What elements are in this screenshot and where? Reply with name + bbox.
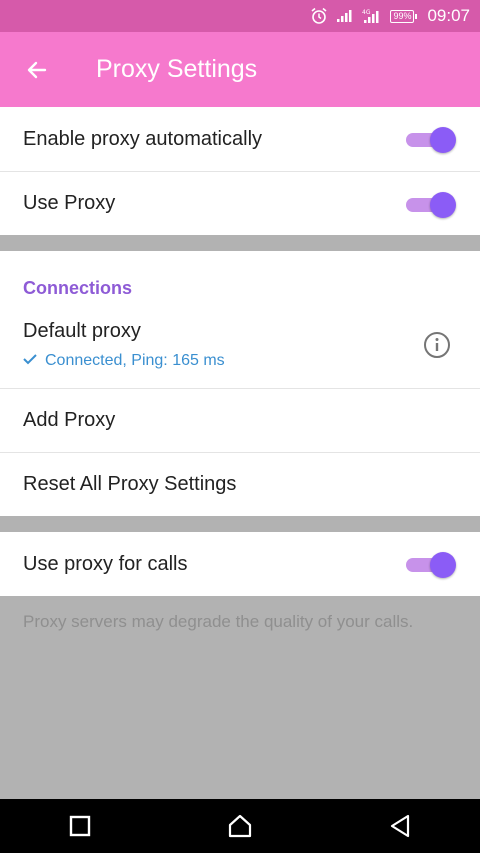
- svg-text:4G: 4G: [362, 9, 371, 16]
- calls-note: Proxy servers may degrade the quality of…: [23, 612, 414, 631]
- connections-section: Connections Default proxy Connected, Pin…: [0, 251, 480, 516]
- proxy-status-text: Connected, Ping: 165 ms: [45, 352, 225, 369]
- alarm-icon: [310, 7, 328, 25]
- status-bar: 4G 99% 09:07: [0, 0, 480, 32]
- reset-proxy-label: Reset All Proxy Settings: [23, 473, 237, 495]
- enable-proxy-auto-label: Enable proxy automatically: [23, 127, 263, 150]
- enable-proxy-auto-toggle[interactable]: [406, 127, 456, 153]
- reset-proxy-row[interactable]: Reset All Proxy Settings: [0, 452, 480, 516]
- default-proxy-name: Default proxy: [23, 320, 141, 342]
- add-proxy-row[interactable]: Add Proxy: [0, 388, 480, 452]
- calls-section: Use proxy for calls: [0, 532, 480, 596]
- use-proxy-row[interactable]: Use Proxy: [0, 171, 480, 235]
- proxy-status: Connected, Ping: 165 ms: [23, 352, 480, 370]
- default-proxy-row[interactable]: Default proxy Connected, Ping: 165 ms: [0, 301, 480, 388]
- status-time: 09:07: [427, 6, 470, 25]
- back-arrow-icon[interactable]: [17, 50, 57, 90]
- use-proxy-calls-label: Use proxy for calls: [23, 552, 188, 575]
- nav-bar: [0, 799, 480, 853]
- signal-icon: [336, 9, 354, 23]
- proxy-toggles-section: Enable proxy automatically Use Proxy: [0, 107, 480, 235]
- use-proxy-calls-toggle[interactable]: [406, 552, 456, 578]
- app-bar: Proxy Settings: [0, 32, 480, 107]
- signal-4g-icon: 4G: [362, 8, 382, 24]
- page-title: Proxy Settings: [96, 55, 258, 83]
- use-proxy-calls-row[interactable]: Use proxy for calls: [0, 532, 480, 596]
- battery-icon: 99%: [390, 9, 418, 23]
- battery-level: 99%: [390, 9, 415, 23]
- use-proxy-toggle[interactable]: [406, 191, 456, 218]
- use-proxy-label: Use Proxy: [23, 192, 116, 214]
- recents-square-icon[interactable]: [60, 806, 100, 846]
- info-icon[interactable]: [423, 331, 451, 359]
- enable-proxy-auto-row[interactable]: Enable proxy automatically: [0, 107, 480, 171]
- back-triangle-icon[interactable]: [380, 806, 420, 846]
- checkmark-icon: [23, 352, 37, 370]
- add-proxy-label: Add Proxy: [23, 409, 116, 431]
- connections-title: Connections: [23, 278, 133, 298]
- home-icon[interactable]: [220, 806, 260, 846]
